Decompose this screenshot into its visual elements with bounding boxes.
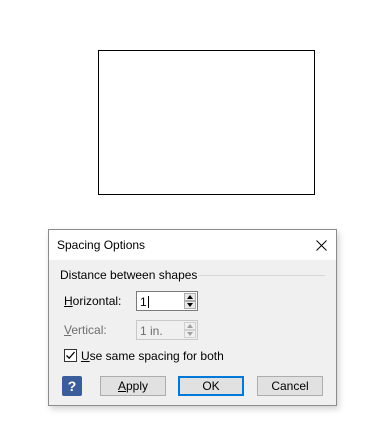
apply-button[interactable]: Apply xyxy=(100,376,166,396)
horizontal-value: 1 xyxy=(140,295,147,309)
dialog-title: Spacing Options xyxy=(57,238,146,252)
horizontal-label-accel: H xyxy=(64,294,73,308)
horizontal-label: Horizontal: xyxy=(64,294,121,308)
group-label-distance: Distance between shapes xyxy=(60,268,198,282)
horizontal-spinner[interactable]: 1 xyxy=(136,291,198,311)
vertical-decrement-button xyxy=(184,330,196,338)
arrow-up-icon xyxy=(187,295,193,299)
horizontal-input[interactable]: 1 xyxy=(140,295,149,309)
arrow-down-icon xyxy=(187,332,193,336)
ok-label: OK xyxy=(202,379,220,393)
horizontal-decrement-button[interactable] xyxy=(184,301,196,309)
close-button[interactable] xyxy=(306,230,336,260)
vertical-spinner: 1 in. xyxy=(136,320,198,340)
vertical-label: Vertical: xyxy=(64,323,107,337)
text-caret xyxy=(147,296,149,308)
apply-label-accel: A xyxy=(117,379,126,393)
same-spacing-checkbox[interactable] xyxy=(64,349,77,362)
vertical-value: 1 in. xyxy=(140,324,163,338)
help-button[interactable]: ? xyxy=(62,376,82,396)
vertical-increment-button xyxy=(184,322,196,330)
group-divider xyxy=(198,275,325,276)
help-icon: ? xyxy=(67,378,77,394)
arrow-up-icon xyxy=(187,324,193,328)
arrow-down-icon xyxy=(187,303,193,307)
vertical-label-text: ertical: xyxy=(71,323,107,337)
same-spacing-label[interactable]: Use same spacing for both xyxy=(81,349,224,363)
checkmark-icon xyxy=(66,351,75,360)
horizontal-label-text: orizontal: xyxy=(72,294,122,308)
horizontal-increment-button[interactable] xyxy=(184,293,196,301)
drawing-rectangle-shape[interactable] xyxy=(98,50,315,195)
apply-label-text: pply xyxy=(126,379,149,393)
close-icon xyxy=(315,239,327,251)
spacing-options-dialog: Spacing Options Distance between shapes … xyxy=(48,229,337,406)
cancel-label: Cancel xyxy=(271,379,309,393)
same-spacing-label-accel: U xyxy=(81,349,90,363)
dialog-titlebar: Spacing Options xyxy=(49,230,336,260)
same-spacing-label-text: se same spacing for both xyxy=(89,349,224,363)
cancel-button[interactable]: Cancel xyxy=(257,376,323,396)
ok-button[interactable]: OK xyxy=(178,376,244,396)
